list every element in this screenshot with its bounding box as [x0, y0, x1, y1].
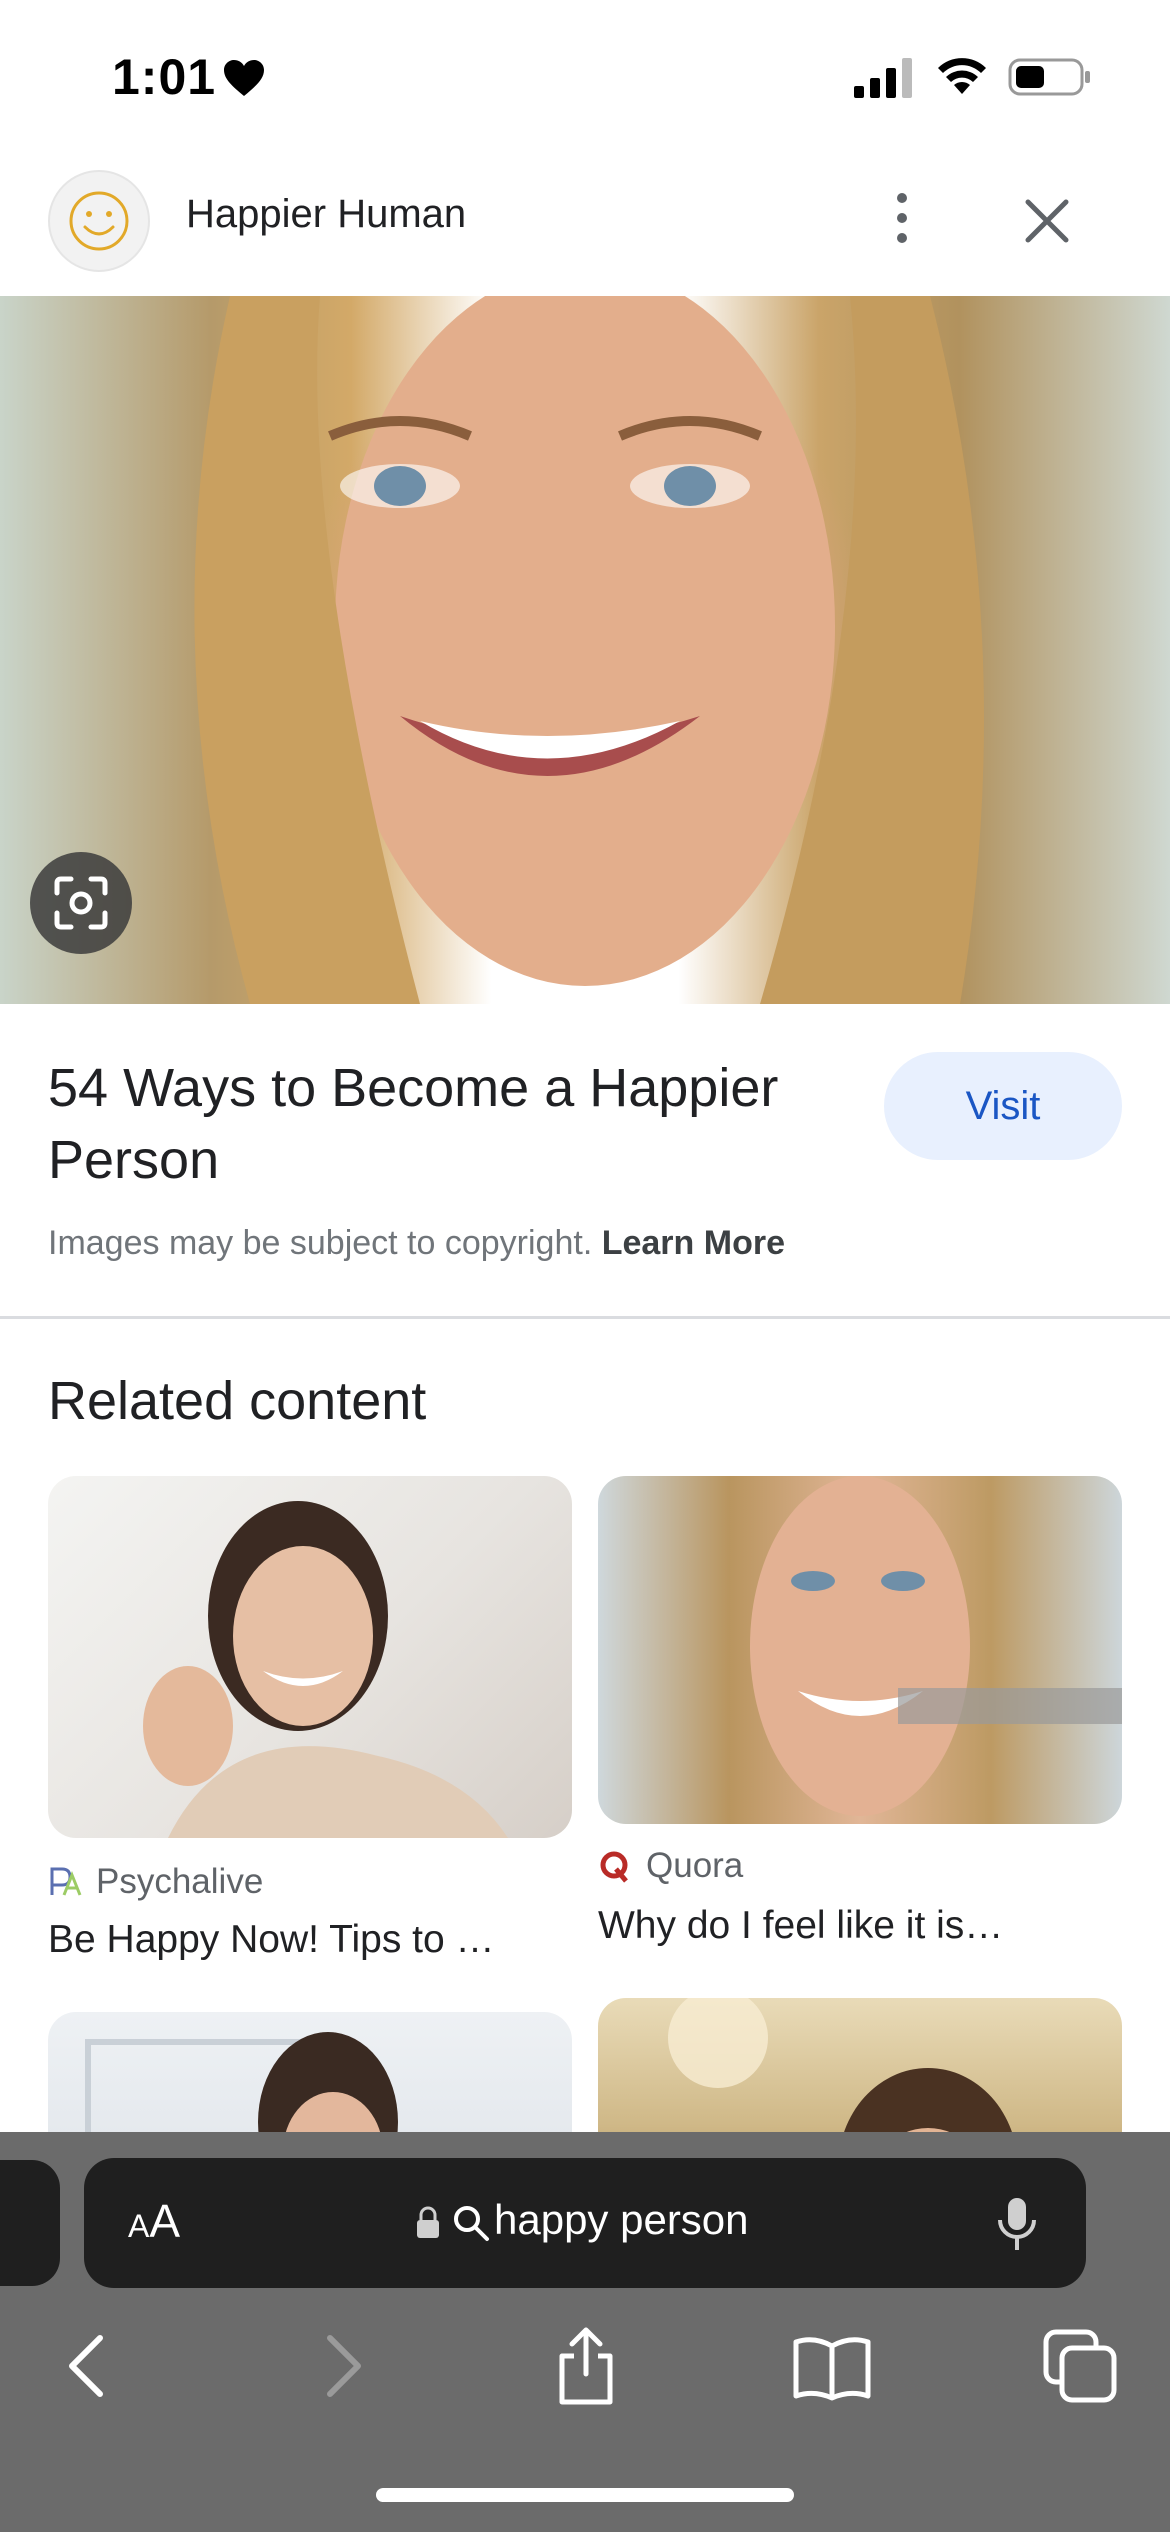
lens-button[interactable]	[30, 852, 132, 954]
card-source: Quora	[598, 1846, 743, 1886]
microphone-icon[interactable]	[996, 2196, 1038, 2252]
more-icon[interactable]	[880, 188, 924, 248]
close-icon[interactable]	[1016, 190, 1078, 252]
heart-icon	[224, 60, 264, 96]
previous-tab-preview[interactable]	[0, 2160, 60, 2286]
psychalive-icon	[50, 1867, 82, 1896]
related-heading: Related content	[48, 1371, 427, 1431]
search-icon	[454, 2206, 489, 2241]
woman-blonde-photo	[750, 1476, 1122, 1816]
related-card-image[interactable]	[598, 1476, 1122, 1824]
woman-smiling-photo	[194, 296, 984, 1004]
aa-small: A	[128, 2208, 150, 2244]
learn-more-link[interactable]: Learn More	[602, 1224, 785, 1262]
woman-brown-hair-photo	[143, 1501, 508, 1838]
copyright-text: Images may be subject to copyright.	[48, 1224, 593, 1262]
site-header	[0, 150, 1170, 296]
card-source: Psychalive	[48, 1862, 263, 1902]
smiley-icon	[69, 191, 129, 251]
visit-button[interactable]: Visit	[884, 1052, 1122, 1160]
card-title[interactable]: Be Happy Now! Tips to …	[48, 1918, 558, 1962]
signal-icon	[854, 58, 912, 98]
result-title[interactable]: 54 Ways to Become a Happier Person	[48, 1052, 848, 1196]
tabs-icon[interactable]	[1040, 2326, 1120, 2406]
address-text[interactable]: happy person	[494, 2196, 749, 2244]
card-source-label: Psychalive	[96, 1862, 264, 1901]
wifi-icon	[938, 58, 986, 94]
reader-settings-button[interactable]: AA	[128, 2194, 180, 2248]
result-image[interactable]	[0, 296, 1170, 1004]
share-icon[interactable]	[546, 2326, 626, 2406]
back-icon[interactable]	[50, 2326, 130, 2406]
card-title[interactable]: Why do I feel like it is…	[598, 1904, 1108, 1948]
forward-icon[interactable]	[300, 2326, 380, 2406]
quora-icon	[600, 1851, 628, 1883]
lock-icon	[417, 2206, 439, 2238]
lens-icon	[54, 876, 108, 930]
home-indicator[interactable]	[376, 2488, 794, 2502]
copyright-notice: Images may be subject to copyright. Lear…	[48, 1224, 785, 1263]
bookmarks-icon[interactable]	[792, 2326, 872, 2406]
related-card-image[interactable]	[48, 1476, 572, 1838]
site-avatar[interactable]	[48, 170, 150, 272]
status-time: 1:01	[112, 49, 217, 105]
battery-icon	[1008, 58, 1090, 96]
site-name[interactable]: Happier Human	[186, 192, 466, 237]
status-bar: 1:01	[0, 0, 1170, 150]
aa-large: A	[149, 2195, 181, 2247]
card-source-label: Quora	[646, 1846, 744, 1885]
divider	[0, 1316, 1170, 1319]
